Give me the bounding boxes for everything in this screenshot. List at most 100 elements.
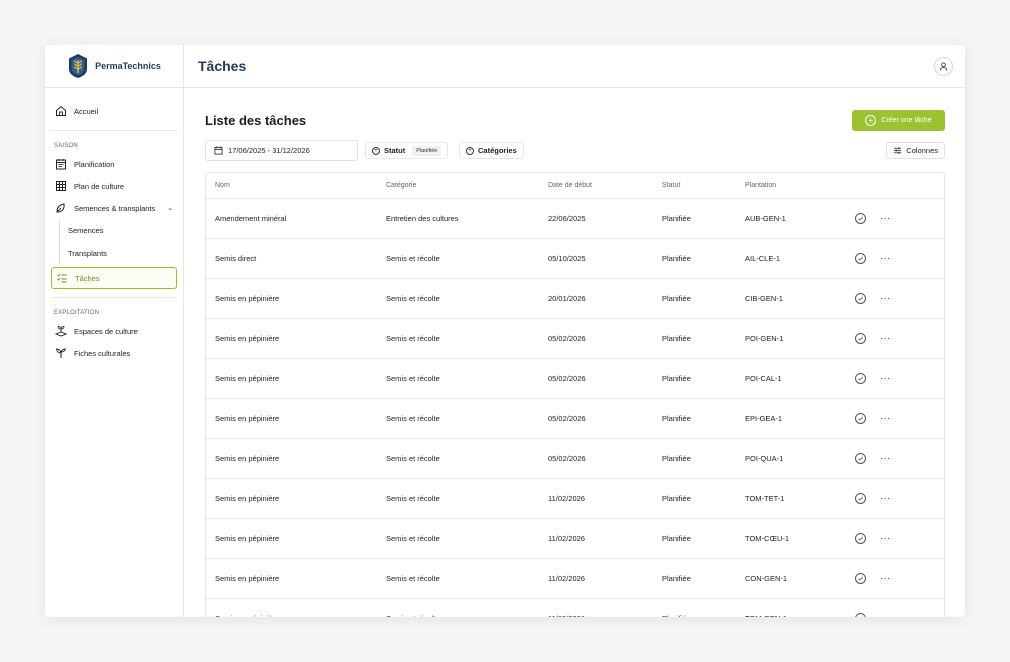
more-options-icon[interactable]: ··· — [880, 414, 891, 423]
table-row[interactable]: Semis en pépinière Semis et récolte 11/02/… — [206, 559, 944, 599]
task-status: Planifiée — [662, 294, 691, 303]
column-header-date-debut[interactable]: Date de début — [548, 182, 592, 189]
table-row[interactable]: Semis en pépinière Semis et récolte 20/01/… — [206, 279, 944, 319]
more-options-icon[interactable]: ··· — [880, 614, 891, 618]
task-plantation: CON-GEN-1 — [745, 574, 788, 583]
more-options-icon[interactable]: ··· — [880, 294, 891, 303]
section-label-exploitation: EXPLOITATION — [54, 310, 100, 316]
sidebar-item-label: Semences & transplants — [74, 203, 156, 213]
more-options-icon[interactable]: ··· — [880, 254, 891, 263]
task-name: Semis direct — [215, 254, 257, 263]
sidebar-item-fiches-culturales[interactable]: Fiches culturales — [51, 342, 177, 364]
task-status: Planifiée — [662, 374, 691, 383]
user-menu-button[interactable] — [934, 57, 953, 76]
task-plantation: POI-QUA-1 — [745, 454, 784, 463]
task-status: Planifiée — [662, 254, 691, 263]
sidebar-item-taches[interactable]: Tâches — [51, 267, 177, 289]
column-header-statut[interactable]: Statut — [662, 182, 680, 189]
brand-name: PermaTechnics — [95, 61, 161, 71]
task-name: Semis en pépinière — [215, 614, 279, 617]
divider — [51, 297, 177, 298]
column-header-nom[interactable]: Nom — [215, 182, 230, 189]
table-row[interactable]: Semis en pépinière Semis et récolte 11/02/… — [206, 519, 944, 559]
task-start-date: 05/02/2026 — [548, 334, 586, 343]
sidebar-item-semences-transplants[interactable]: Semences & transplants ⌄ — [51, 197, 177, 219]
sidebar-item-transplants[interactable]: Transplants — [66, 242, 177, 265]
plus-circle-icon: + — [865, 115, 877, 126]
status-filter-chip[interactable]: + Statut Planifiée — [365, 142, 449, 159]
sprout-icon — [55, 326, 67, 337]
task-status: Planifiée — [662, 614, 691, 617]
logo-area[interactable]: PermaTechnics — [45, 45, 183, 88]
date-range-value: 17/06/2025 - 31/12/2026 — [228, 146, 310, 155]
table-row[interactable]: Semis en pépinière Semis et récolte 11/02/… — [206, 479, 944, 519]
home-icon — [56, 105, 66, 116]
column-header-plantation[interactable]: Plantation — [745, 182, 776, 189]
check-circle-icon[interactable] — [855, 573, 866, 584]
more-options-icon[interactable]: ··· — [880, 334, 891, 343]
more-options-icon[interactable]: ··· — [880, 214, 891, 223]
more-options-icon[interactable]: ··· — [880, 454, 891, 463]
sidebar-item-label: Plan de culture — [74, 181, 125, 191]
check-circle-icon[interactable] — [855, 213, 866, 224]
task-category: Semis et récolte — [386, 454, 440, 463]
table-row[interactable]: Semis en pépinière Semis et récolte 05/02/… — [206, 319, 944, 359]
table-row[interactable]: Amendement minéral Entretien des cultures… — [206, 199, 944, 239]
more-options-icon[interactable]: ··· — [880, 374, 891, 383]
check-circle-icon[interactable] — [855, 333, 866, 344]
task-start-date: 11/02/2026 — [548, 614, 585, 617]
status-filter-label: Statut — [384, 146, 406, 155]
task-status: Planifiée — [662, 334, 691, 343]
task-category: Semis et récolte — [386, 494, 440, 503]
task-category: Entretien des cultures — [386, 214, 459, 223]
column-header-categorie[interactable]: Catégorie — [386, 182, 416, 189]
task-status: Planifiée — [662, 214, 691, 223]
task-start-date: 22/06/2025 — [548, 214, 586, 223]
list-title: Liste des tâches — [205, 113, 307, 128]
sidebar-item-espaces-de-culture[interactable]: Espaces de culture — [51, 320, 177, 342]
check-circle-icon[interactable] — [855, 493, 866, 504]
check-circle-icon[interactable] — [855, 613, 866, 617]
more-options-icon[interactable]: ··· — [880, 574, 891, 583]
more-options-icon[interactable]: ··· — [880, 534, 891, 543]
check-circle-icon[interactable] — [855, 533, 866, 544]
columns-button[interactable]: Colonnes — [886, 142, 945, 159]
logo-icon — [69, 54, 88, 78]
check-circle-icon[interactable] — [855, 373, 866, 384]
seed-icon — [56, 203, 65, 213]
task-name: Semis en pépinière — [215, 414, 280, 423]
task-name: Semis en pépinière — [215, 334, 280, 343]
category-filter-chip[interactable]: + Catégories — [459, 142, 524, 159]
check-circle-icon[interactable] — [855, 413, 866, 424]
date-range-filter[interactable]: 17/06/2025 - 31/12/2026 — [205, 140, 358, 161]
sidebar-item-semences[interactable]: Semences — [66, 219, 177, 242]
task-status: Planifiée — [662, 574, 691, 583]
sidebar-item-label: Espaces de culture — [74, 326, 138, 336]
task-start-date: 05/02/2026 — [548, 374, 586, 383]
table-body: Amendement minéral Entretien des cultures… — [206, 199, 944, 617]
check-circle-icon[interactable] — [855, 293, 866, 304]
check-circle-icon[interactable] — [855, 453, 866, 464]
status-filter-badge: Planifiée — [412, 145, 442, 156]
tasks-table: Nom Catégorie Date de début Statut Plant… — [205, 172, 945, 617]
sidebar-item-accueil[interactable]: Accueil — [51, 100, 177, 122]
columns-label: Colonnes — [906, 146, 938, 155]
sidebar-item-plan-de-culture[interactable]: Plan de culture — [51, 175, 177, 197]
checklist-icon — [57, 273, 67, 283]
chevron-down-icon: ⌄ — [167, 205, 173, 212]
app-window: PermaTechnics Accueil SAISON Planificati… — [45, 45, 965, 617]
table-row[interactable]: Semis en pépinière Semis et récolte 05/02/… — [206, 359, 944, 399]
check-circle-icon[interactable] — [855, 253, 866, 264]
sidebar-item-planification[interactable]: Planification — [51, 153, 177, 175]
more-options-icon[interactable]: ··· — [880, 494, 891, 503]
table-row[interactable]: Semis en pépinière Semis et récolte 05/02/… — [206, 399, 944, 439]
task-category: Semis et récolte — [386, 614, 440, 617]
plus-circle-icon: + — [372, 146, 380, 155]
divider — [51, 130, 177, 131]
task-name: Semis en pépinière — [215, 374, 280, 383]
table-row[interactable]: Semis en pépinière Semis et récolte 11/02/… — [206, 599, 944, 617]
table-row[interactable]: Semis direct Semis et récolte 05/10/2025 Pl… — [206, 239, 944, 279]
task-category: Semis et récolte — [386, 414, 440, 423]
create-task-button[interactable]: + Créer une tâche — [852, 110, 945, 131]
table-row[interactable]: Semis en pépinière Semis et récolte 05/02/… — [206, 439, 944, 479]
